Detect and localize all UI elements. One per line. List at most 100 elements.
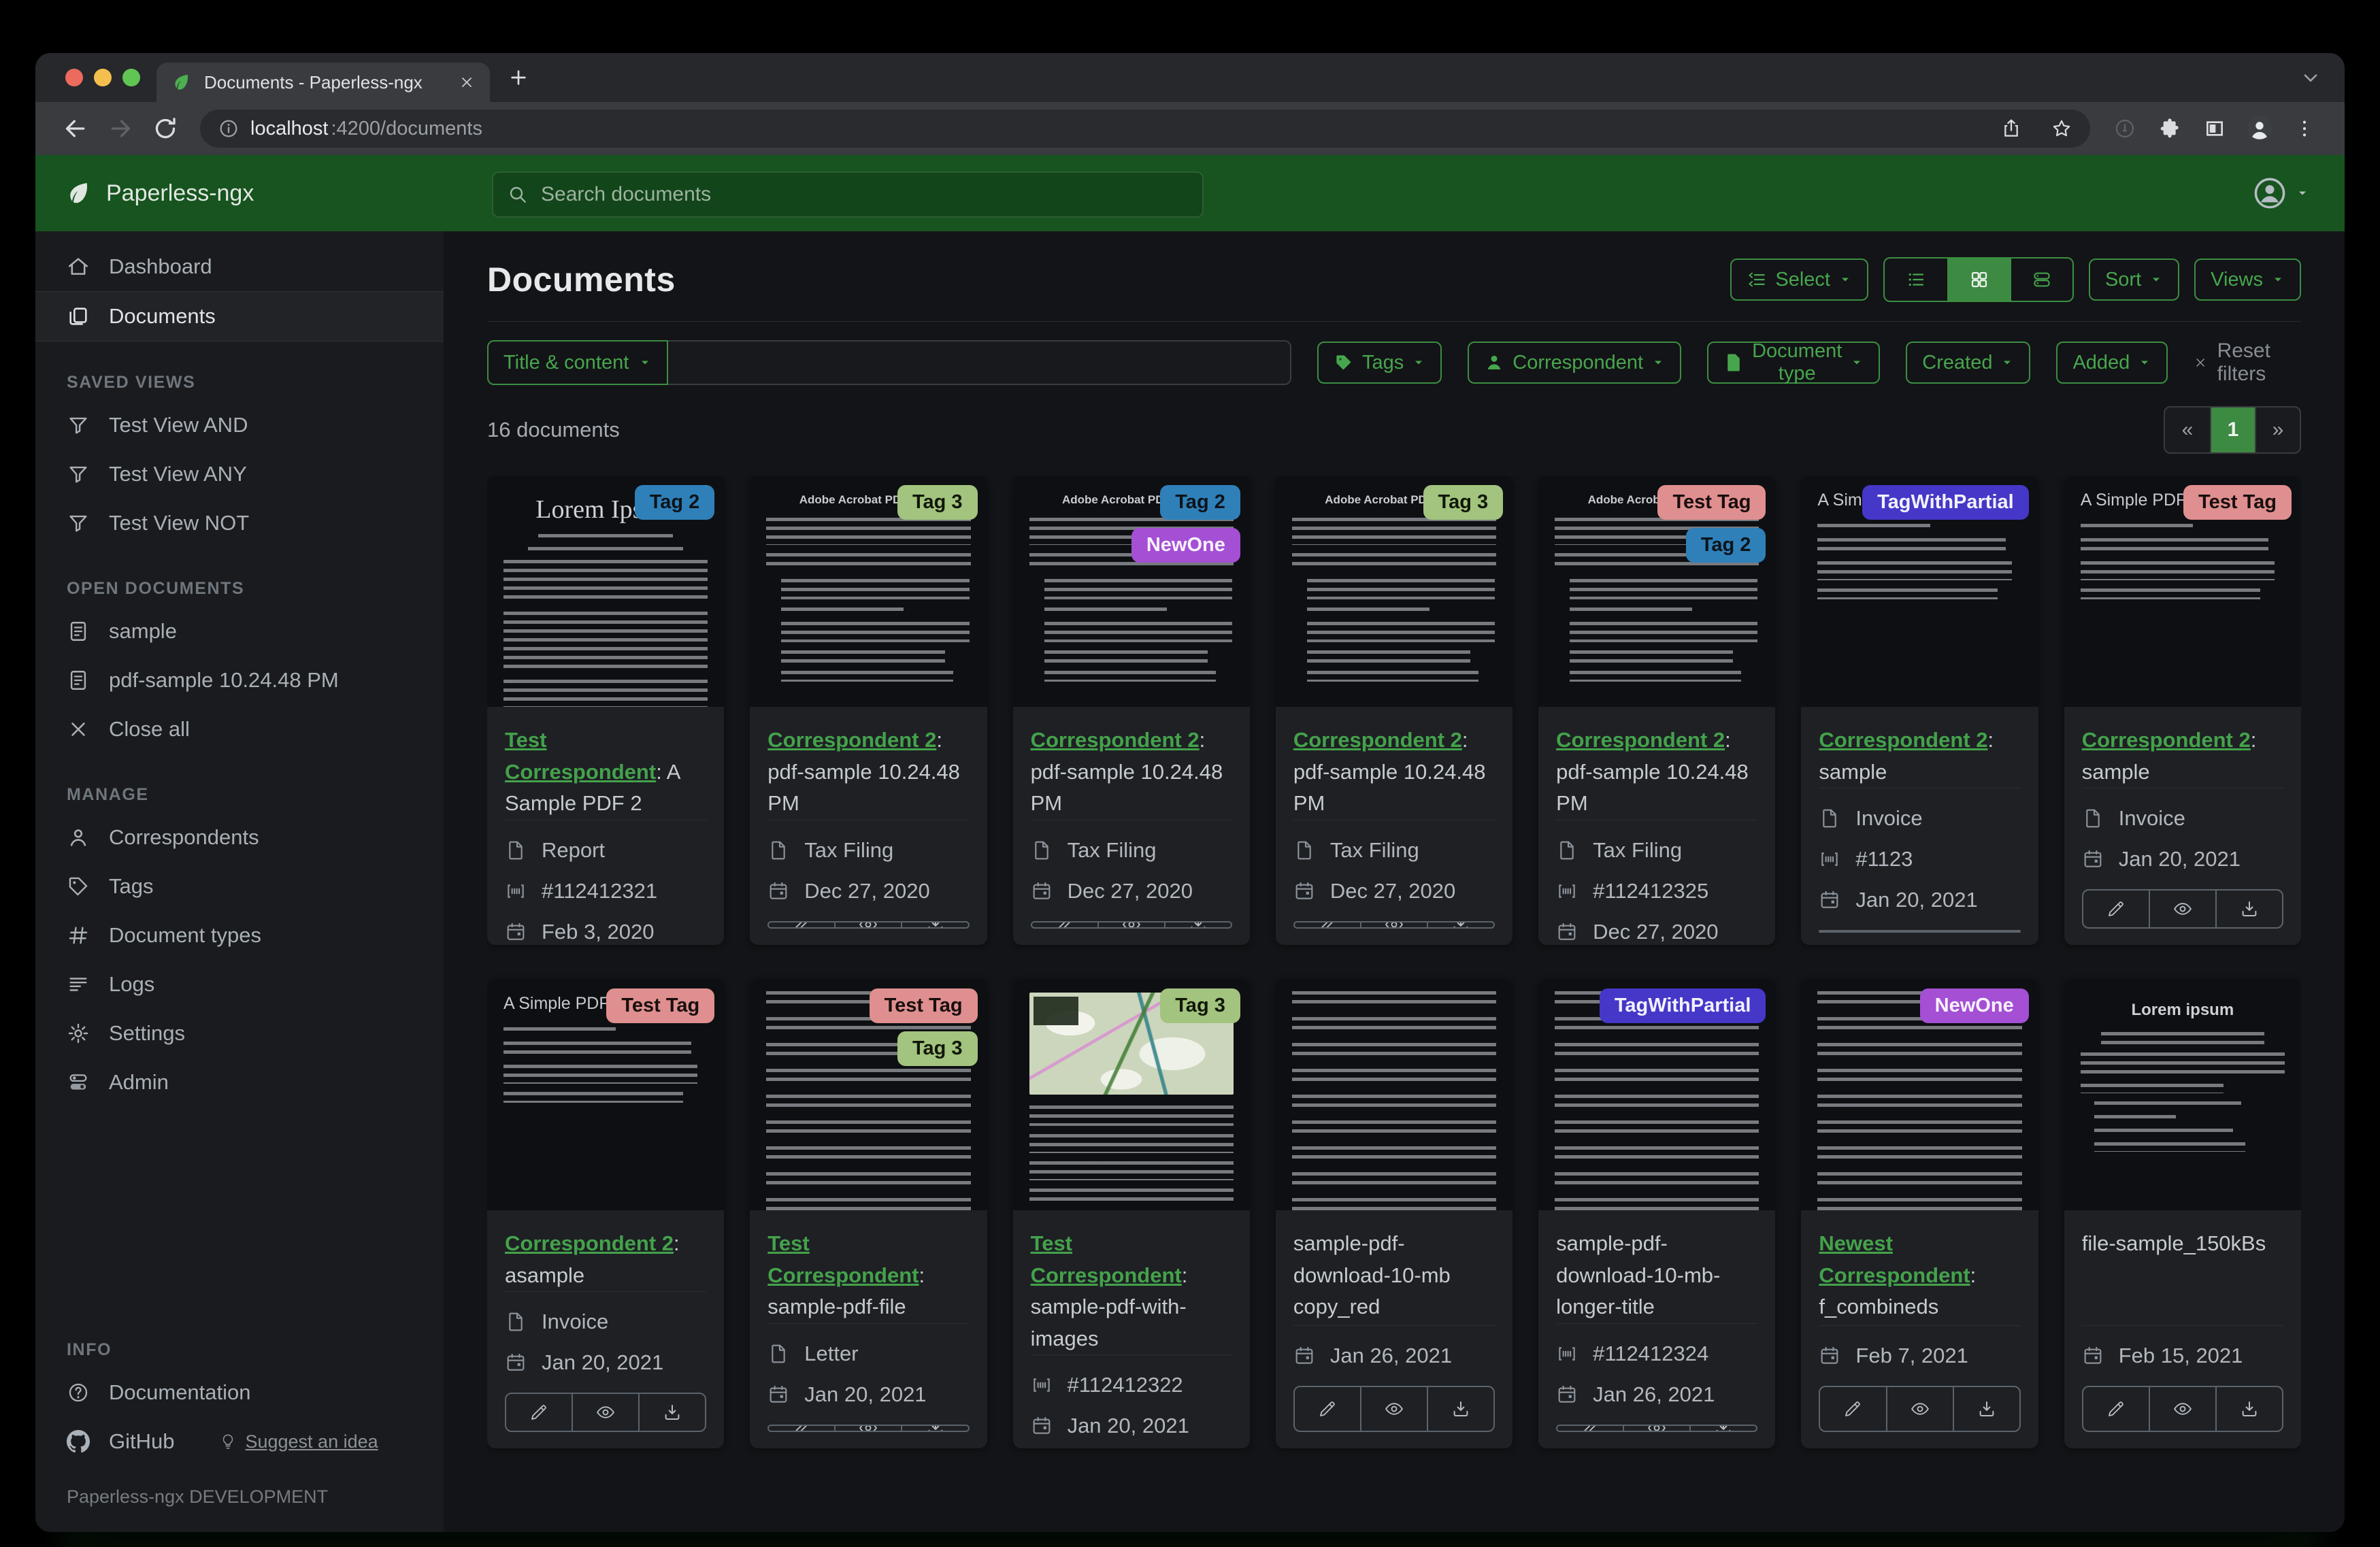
sidebar-item-correspondents[interactable]: Correspondents (35, 813, 444, 862)
correspondent-link[interactable]: Newest Correspondent (1819, 1231, 1970, 1287)
address-bar[interactable]: localhost:4200/documents (200, 110, 2090, 148)
detail-view-button[interactable] (2009, 259, 2072, 301)
sidebar-item-dashboard[interactable]: Dashboard (35, 242, 444, 291)
filter-correspondent-button[interactable]: Correspondent (1468, 342, 1682, 384)
minimize-window-button[interactable] (94, 69, 112, 86)
tag-badge[interactable]: NewOne (1919, 988, 2029, 1023)
tab-search-button[interactable] (2300, 53, 2321, 102)
document-thumbnail[interactable]: TagWithPartialA Simple PDF File (1801, 476, 2038, 707)
correspondent-link[interactable]: Correspondent 2 (1293, 728, 1462, 752)
download-button[interactable] (1427, 922, 1493, 928)
document-thumbnail[interactable]: Tag 3 (1012, 979, 1250, 1210)
filter-field-button[interactable]: Title & content (487, 340, 669, 385)
sidebar-item-github[interactable]: GitHub Suggest an idea (35, 1417, 444, 1466)
sidebar-item-logs[interactable]: Logs (35, 960, 444, 1009)
side-panel-icon[interactable] (2195, 109, 2234, 148)
browser-profile-avatar[interactable] (2240, 109, 2279, 148)
download-button[interactable] (1952, 1387, 2019, 1431)
tag-badge[interactable]: Test Tag (606, 988, 715, 1023)
document-thumbnail[interactable]: Tag 3 Adobe Acrobat PDF Files (1275, 476, 1513, 707)
correspondent-link[interactable]: Correspondent 2 (1819, 728, 1987, 752)
tag-badge[interactable]: TagWithPartial (1862, 485, 2029, 520)
suggest-idea-link[interactable]: Suggest an idea (219, 1431, 378, 1452)
reset-filters-button[interactable]: Reset filters (2194, 339, 2301, 386)
download-button[interactable] (901, 1426, 968, 1431)
browser-tab[interactable]: Documents - Paperless-ngx (156, 63, 490, 102)
password-extension-icon[interactable] (2105, 109, 2145, 148)
preview-button[interactable] (572, 1394, 638, 1431)
correspondent-link[interactable]: Test Correspondent (767, 1231, 919, 1287)
edit-button[interactable] (1557, 1426, 1623, 1431)
document-thumbnail[interactable]: Test Tag Tag 2 Adobe Acrobat PDF Files (1538, 476, 1776, 707)
sidebar-item-close-all[interactable]: Close all (35, 705, 444, 754)
download-button[interactable] (638, 1394, 705, 1431)
document-thumbnail[interactable]: Test Tag A Simple PDF File (2064, 476, 2301, 707)
list-view-button[interactable] (1885, 259, 1947, 301)
sort-button[interactable]: Sort (2088, 259, 2180, 301)
search-input[interactable] (540, 182, 1189, 207)
document-thumbnail[interactable]: Tag 3 Adobe Acrobat PDF Files (750, 476, 987, 707)
download-button[interactable] (2215, 1387, 2282, 1431)
sidebar-item-test-view-not[interactable]: Test View NOT (35, 499, 444, 548)
close-window-button[interactable] (65, 69, 83, 86)
correspondent-link[interactable]: Correspondent 2 (505, 1231, 674, 1255)
tag-badge[interactable]: Test Tag (869, 988, 978, 1023)
download-button[interactable] (2215, 891, 2282, 927)
account-menu[interactable] (2252, 176, 2309, 211)
sidebar-item-test-view-and[interactable]: Test View AND (35, 401, 444, 450)
next-page-button[interactable]: » (2255, 407, 2300, 452)
edit-button[interactable] (769, 922, 834, 928)
correspondent-link[interactable]: Correspondent 2 (2082, 728, 2251, 752)
download-button[interactable] (1953, 931, 2019, 933)
edit-button[interactable] (1820, 1387, 1885, 1431)
preview-button[interactable] (1886, 931, 1953, 933)
tag-badge[interactable]: Tag 3 (1160, 988, 1240, 1023)
tag-badge[interactable]: Test Tag (1657, 485, 1766, 520)
sidebar-item-documentation[interactable]: Documentation (35, 1368, 444, 1417)
forward-button[interactable] (101, 109, 140, 148)
tag-badge[interactable]: Tag 3 (897, 1031, 978, 1066)
tag-badge[interactable]: Tag 2 (1160, 485, 1240, 520)
prev-page-button[interactable]: « (2165, 407, 2210, 452)
document-thumbnail[interactable]: Lorem ipsum (2064, 979, 2301, 1210)
tag-badge[interactable]: TagWithPartial (1599, 988, 1766, 1023)
correspondent-link[interactable]: Test Correspondent (505, 728, 656, 784)
tag-badge[interactable]: NewOne (1131, 528, 1240, 563)
reload-button[interactable] (146, 109, 185, 148)
preview-button[interactable] (2148, 891, 2215, 927)
grid-view-button[interactable] (1947, 259, 2010, 301)
document-thumbnail[interactable]: NewOne (1801, 979, 2038, 1210)
tag-badge[interactable]: Tag 2 (1685, 528, 1766, 563)
edit-button[interactable] (1032, 922, 1097, 928)
sidebar-item-document-types[interactable]: Document types (35, 911, 444, 960)
download-button[interactable] (1427, 1387, 1493, 1431)
tag-badge[interactable]: Tag 3 (1423, 485, 1504, 520)
sidebar-item-settings[interactable]: Settings (35, 1009, 444, 1058)
share-icon[interactable] (2000, 118, 2022, 139)
edit-button[interactable] (2083, 891, 2149, 927)
document-thumbnail[interactable]: TagWithPartial (1538, 979, 1776, 1210)
document-thumbnail[interactable]: Test Tag A Simple PDF File (487, 979, 725, 1210)
filter-search-input[interactable] (668, 340, 1291, 385)
document-thumbnail[interactable]: Test Tag Tag 3 (750, 979, 987, 1210)
preview-button[interactable] (1359, 1387, 1427, 1431)
correspondent-link[interactable]: Correspondent 2 (1556, 728, 1725, 752)
edit-button[interactable] (2083, 1387, 2149, 1431)
sidebar-item-sample[interactable]: sample (35, 607, 444, 656)
sidebar-item-documents[interactable]: Documents (35, 291, 444, 342)
zoom-window-button[interactable] (122, 69, 140, 86)
sidebar-item-tags[interactable]: Tags (35, 862, 444, 911)
correspondent-link[interactable]: Correspondent 2 (1031, 728, 1200, 752)
download-button[interactable] (1163, 922, 1231, 928)
document-thumbnail[interactable]: Tag 2 Lorem Ipsum (487, 476, 725, 707)
close-tab-icon[interactable] (459, 74, 475, 90)
filter-created-button[interactable]: Created (1906, 342, 2031, 384)
edit-button[interactable] (506, 1394, 572, 1431)
document-thumbnail[interactable] (1275, 979, 1513, 1210)
tag-badge[interactable]: Tag 2 (634, 485, 715, 520)
preview-button[interactable] (1623, 1426, 1689, 1431)
new-tab-button[interactable] (508, 53, 529, 102)
download-button[interactable] (1689, 1426, 1756, 1431)
filter-document-type-button[interactable]: Document type (1707, 340, 1881, 384)
preview-button[interactable] (834, 1426, 901, 1431)
